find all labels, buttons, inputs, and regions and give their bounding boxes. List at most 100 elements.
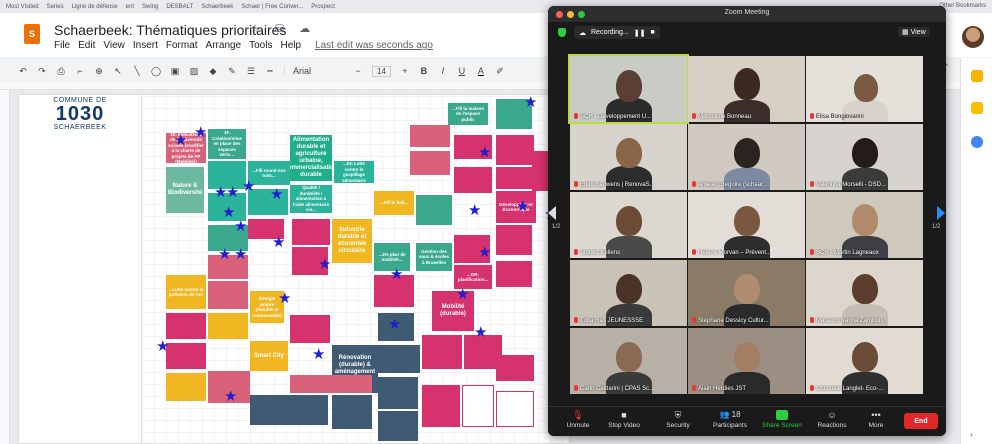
sticky-note[interactable] [332, 395, 372, 429]
participant-tile[interactable]: Edith Bauwens | RenovaS... [570, 124, 687, 190]
text-color-button[interactable]: A [476, 66, 486, 76]
border-weight-icon[interactable]: ☰ [246, 66, 256, 77]
participant-tile[interactable]: Carlo Caldarini | CPAS Sc... [570, 328, 687, 394]
text-box-icon[interactable]: ▣ [170, 66, 180, 77]
menu-tools[interactable]: Tools [249, 40, 272, 51]
encryption-shield-icon[interactable] [558, 28, 566, 37]
decrease-size-icon[interactable]: − [353, 66, 363, 76]
star-move-cloud-icons[interactable]: ☆ ⛁ ☁ [250, 22, 316, 35]
paint-format-icon[interactable]: ⌐ [75, 66, 85, 76]
redo-icon[interactable]: ↷ [37, 66, 47, 77]
share-screen-button[interactable]: Share Screen [756, 410, 808, 429]
unmute-button[interactable]: 🎙 Unmute [552, 410, 604, 429]
sticky-note[interactable] [496, 355, 534, 381]
sticky-note[interactable] [422, 385, 460, 427]
bookmark-item[interactable]: Prospect [311, 4, 335, 10]
sticky-note[interactable] [422, 335, 462, 369]
sticky-note[interactable] [410, 125, 450, 147]
recording-indicator[interactable]: ☁ Recording... ❚❚ ■ [574, 26, 660, 39]
sticky-note[interactable] [378, 345, 420, 373]
sticky-note[interactable] [166, 343, 206, 369]
sticky-note[interactable]: 1F. Création/mise en place des espaces v… [208, 129, 246, 159]
participant-tile[interactable]: Amélie Gregoire (schaar... [688, 124, 805, 190]
bookmark-item[interactable]: Schaerbeek [201, 4, 233, 10]
menu-format[interactable]: Format [166, 40, 198, 51]
bookmark-item[interactable]: Schaer | Free Conver... [241, 4, 303, 10]
zoom-icon[interactable]: ⊕ [94, 66, 104, 77]
font-size-input[interactable]: 14 [372, 65, 391, 77]
participant-tile[interactable]: Valentina Morselli - DSD... [806, 124, 923, 190]
sticky-note[interactable] [496, 261, 532, 287]
participant-tile[interactable]: Hélène Morvan – Prévent... [688, 192, 805, 258]
sticky-note[interactable]: ...Fill la maison de l'espace public [448, 103, 488, 125]
menu-help[interactable]: Help [280, 40, 301, 51]
sticky-note[interactable] [166, 313, 206, 339]
bold-button[interactable]: B [419, 66, 429, 76]
menu-arrange[interactable]: Arrange [206, 40, 242, 51]
participant-tile[interactable]: Elisa Bongiovanni [806, 56, 923, 122]
sticky-note[interactable] [208, 313, 248, 339]
view-button[interactable]: ▦ View [898, 27, 930, 37]
sticky-note[interactable] [454, 167, 492, 193]
sticky-note[interactable]: Qualité / durabilité / alimentation à l'… [290, 185, 332, 213]
security-button[interactable]: ⛨ Security [652, 410, 704, 429]
italic-button[interactable]: I [438, 66, 448, 76]
tasks-icon[interactable] [971, 136, 983, 148]
sticky-note[interactable]: Nature & Biodiversité [166, 167, 204, 213]
sticky-note[interactable] [208, 281, 248, 309]
sticky-note[interactable] [496, 167, 534, 189]
sticky-note[interactable]: Industrie durable et économie circulaire [332, 219, 372, 263]
image-icon[interactable]: ▨ [189, 66, 199, 77]
sticky-note[interactable] [496, 135, 534, 165]
sticky-note[interactable] [410, 151, 450, 175]
sticky-note[interactable]: ...Fill le bail... [374, 191, 414, 215]
sticky-note[interactable]: ...Lutte contre la pollution de l'air [166, 275, 206, 309]
participant-tile[interactable]: Maria Giovanna Zamburl... [806, 260, 923, 326]
sticky-note[interactable] [496, 225, 532, 255]
undo-icon[interactable]: ↶ [18, 66, 28, 77]
menu-insert[interactable]: Insert [133, 40, 158, 51]
pause-icon[interactable]: ❚❚ [634, 29, 646, 37]
fill-color-icon[interactable]: ◆ [208, 66, 218, 77]
print-icon[interactable]: ⎙ [56, 66, 66, 77]
sticky-note[interactable]: Smart City [250, 341, 288, 371]
border-dash-icon[interactable]: ┅ [265, 66, 275, 77]
menu-view[interactable]: View [103, 40, 125, 51]
sticky-note[interactable] [250, 395, 290, 425]
sticky-note[interactable] [496, 391, 534, 427]
slide-canvas[interactable]: COMMUNE DE 1030 SCHAERBEEK 1E. Indicateu… [18, 94, 571, 444]
bookmark-item[interactable]: Ligne de défense [72, 4, 118, 10]
previous-page-icon[interactable] [548, 206, 556, 220]
bookmark-item[interactable]: DESBALT [166, 4, 193, 10]
bookmark-item[interactable]: Most Visited [6, 4, 39, 10]
sticky-note[interactable] [416, 195, 452, 225]
sticky-note[interactable] [290, 375, 372, 393]
other-bookmarks[interactable]: Other Bookmarks [939, 3, 986, 9]
participant-tile[interactable]: Stéphane Dessicy Cultur... [688, 260, 805, 326]
end-meeting-button[interactable]: End [904, 413, 938, 429]
participant-tile[interactable]: Christelle Langlet- Eco-... [806, 328, 923, 394]
stop-video-button[interactable]: ■ Stop Video [598, 410, 650, 429]
participant-tile[interactable]: Sigried Kellens [570, 192, 687, 258]
participant-tile[interactable]: Marcelline Bonneau [688, 56, 805, 122]
bookmark-item[interactable]: ent [126, 4, 134, 10]
sticky-note[interactable] [292, 219, 330, 245]
participant-tile[interactable]: SCH - Développement U... [568, 54, 689, 124]
sticky-note[interactable] [166, 373, 206, 401]
sticky-note[interactable] [290, 395, 328, 425]
bookmark-item[interactable]: Swing [142, 4, 158, 10]
sticky-note[interactable] [378, 411, 418, 441]
participant-tile[interactable]: SCH - Martin Lagneaux [806, 192, 923, 258]
sticky-note[interactable]: Alimentation durable et agriculture urba… [290, 135, 332, 181]
menu-file[interactable]: File [54, 40, 70, 51]
chevron-right-icon[interactable]: › [970, 430, 973, 439]
border-color-icon[interactable]: ✎ [227, 66, 237, 77]
sticky-note[interactable] [290, 315, 330, 343]
sticky-note[interactable] [378, 377, 418, 409]
more-button[interactable]: ••• More [850, 410, 902, 429]
sticky-note[interactable]: ...En Lutte contre le gaspillage aliment… [334, 161, 374, 183]
sticky-note[interactable] [462, 385, 494, 427]
shape-icon[interactable]: ◯ [151, 66, 161, 77]
calendar-icon[interactable] [971, 70, 983, 82]
participant-tile[interactable]: Tuba Ras JEUNESSSE [570, 260, 687, 326]
